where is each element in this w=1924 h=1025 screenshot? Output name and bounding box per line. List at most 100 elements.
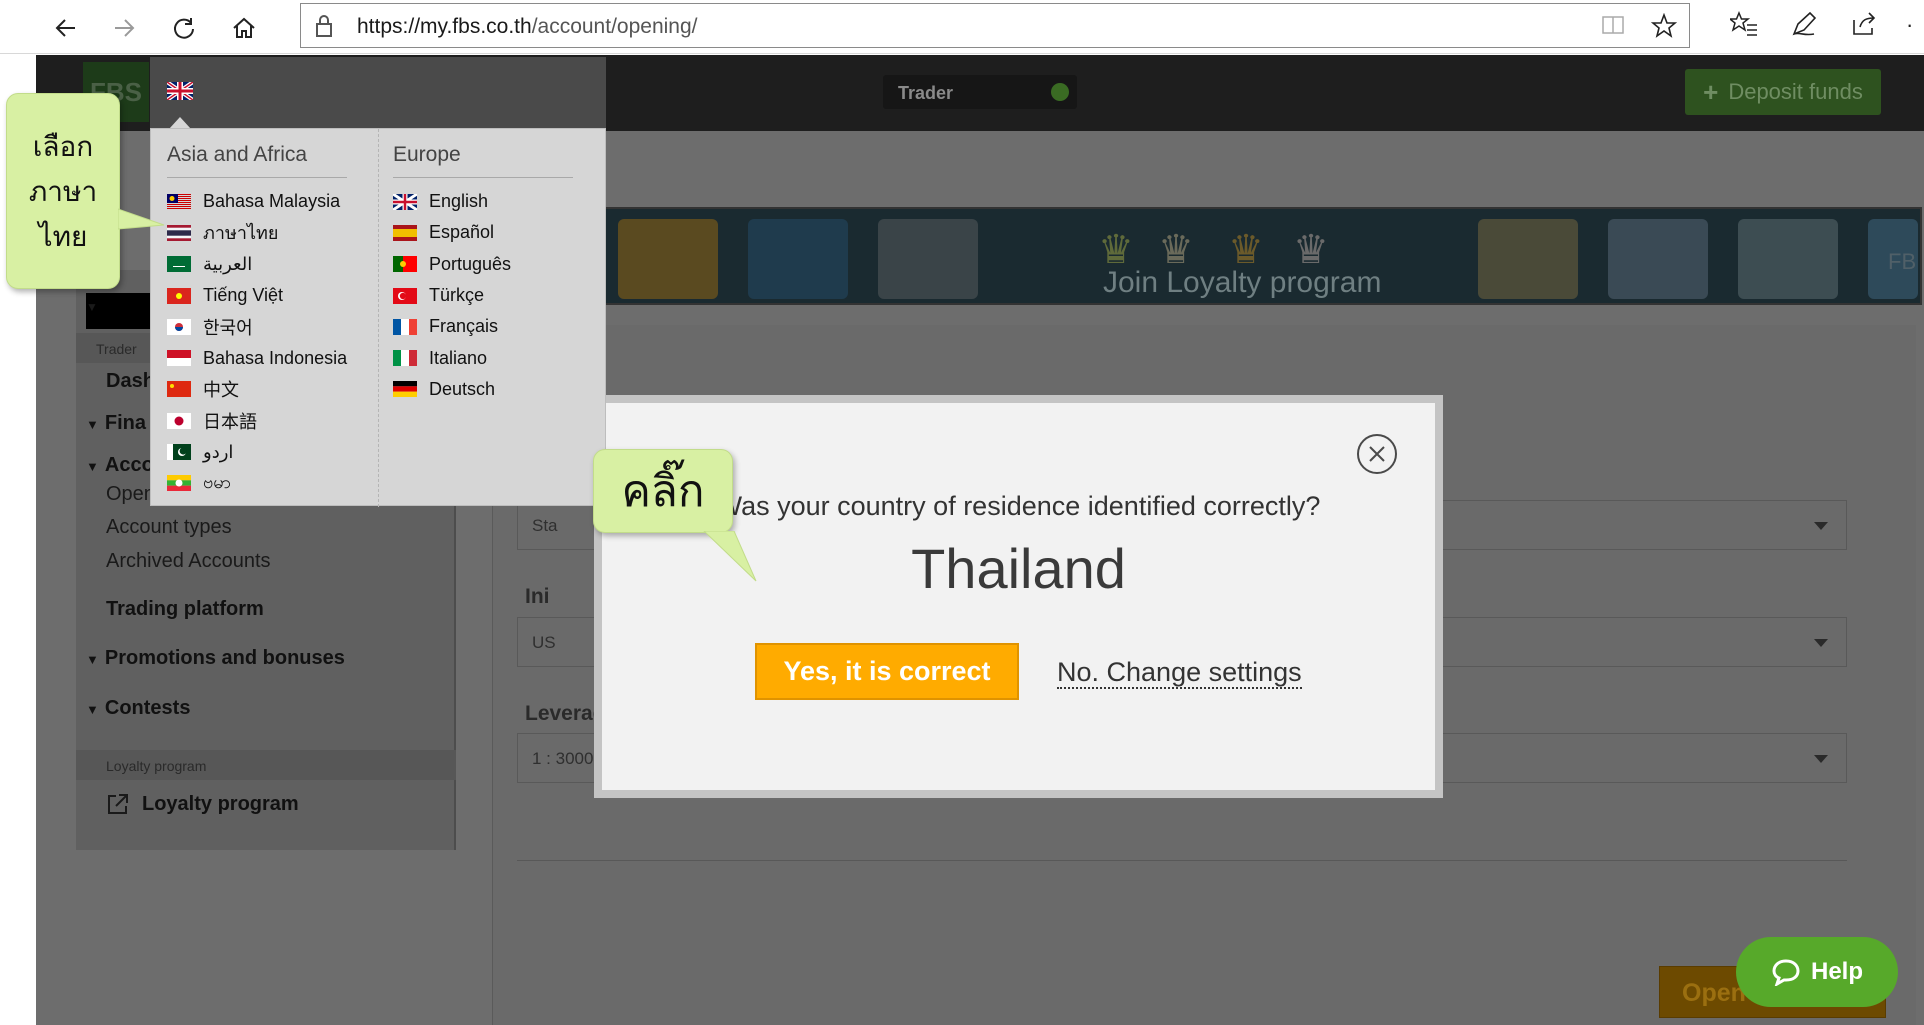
banner-text: Join Loyalty program: [1103, 266, 1382, 299]
language-option-label: English: [429, 191, 489, 212]
more-menu-icon[interactable]: ·: [1906, 12, 1913, 38]
language-option-label: Português: [429, 253, 512, 274]
language-option-it[interactable]: Italiano: [393, 342, 573, 373]
flag-vn-icon: [167, 287, 191, 304]
reading-view-icon[interactable]: [1601, 13, 1625, 44]
banner-edge-image: FB: [1868, 219, 1918, 299]
callout-line: ภาษา: [28, 176, 98, 207]
callout-tail: [118, 208, 165, 230]
url-text[interactable]: https://my.fbs.co.th/account/opening/: [357, 15, 697, 39]
flag-kr-icon: [167, 318, 191, 335]
refresh-icon: [174, 18, 194, 39]
callout-tail: [703, 531, 757, 582]
language-option-pk[interactable]: اردو: [167, 436, 347, 467]
language-option-label: ဗမာ: [203, 471, 231, 492]
sidebar-item-account-types[interactable]: Account types: [106, 516, 232, 539]
computer-image: [748, 219, 848, 299]
help-button[interactable]: Help: [1736, 937, 1898, 1007]
language-switcher-bar: [150, 57, 606, 129]
language-option-vn[interactable]: Tiếng Việt: [167, 280, 347, 311]
back-button[interactable]: [48, 10, 84, 46]
sidebar-item-archived-accounts[interactable]: Archived Accounts: [106, 550, 271, 573]
uk-flag-icon: [165, 80, 195, 102]
role-select-value: Trader: [898, 83, 954, 103]
sidebar-item-promotions-label: Promotions and bonuses: [104, 647, 345, 669]
favorites-list-button[interactable]: [1730, 10, 1758, 38]
favorite-star-icon[interactable]: [1650, 12, 1678, 44]
flag-pt-icon: [393, 256, 417, 273]
external-link-icon: [108, 794, 128, 814]
flag-tr-icon: [393, 287, 417, 304]
language-option-tr[interactable]: Türkçe: [393, 280, 573, 311]
role-select[interactable]: Trader: [883, 75, 1077, 109]
banner-right-text: FB: [1888, 249, 1917, 274]
deposit-funds-button[interactable]: + Deposit funds: [1685, 69, 1881, 115]
home-icon: [233, 17, 255, 38]
language-option-id[interactable]: Bahasa Indonesia: [167, 342, 347, 373]
sidebar-item-finance[interactable]: ▼ Fina: [86, 412, 146, 435]
language-option-de[interactable]: Deutsch: [393, 374, 573, 405]
refresh-button[interactable]: [166, 10, 202, 46]
share-button[interactable]: [1850, 10, 1878, 38]
flag-mm-icon: [167, 475, 191, 492]
loyalty-banner[interactable]: ♛ ♛ ♛ ♛ Join Loyalty program FB: [596, 207, 1922, 305]
sidebar-item-dashboard[interactable]: Dash: [106, 370, 155, 393]
language-option-my[interactable]: Bahasa Malaysia: [167, 186, 347, 217]
language-option-label: Bahasa Indonesia: [203, 347, 348, 368]
sidebar-item-trading-platform[interactable]: Trading platform: [106, 598, 264, 621]
triangle-down-icon[interactable]: ▼: [86, 300, 98, 314]
language-column-heading: Europe: [393, 129, 573, 178]
confirm-country-button[interactable]: Yes, it is correct: [755, 643, 1019, 700]
language-option-mm[interactable]: ဗမာ: [167, 468, 347, 499]
divider: [517, 860, 1847, 861]
flag-th-icon: [167, 224, 191, 241]
language-option-sa[interactable]: العربية: [167, 249, 347, 280]
close-button[interactable]: [1357, 434, 1397, 474]
pen-button[interactable]: [1790, 10, 1818, 38]
language-option-cn[interactable]: 中文: [167, 374, 347, 405]
change-settings-link[interactable]: No. Change settings: [1057, 657, 1302, 689]
forward-arrow-icon: [115, 19, 135, 37]
forward-button[interactable]: [106, 10, 142, 46]
language-column-heading: Asia and Africa: [167, 129, 347, 178]
language-column-asia: Asia and Africa Bahasa Malaysia ภาษาไทย ال…: [167, 129, 347, 499]
sidebar-item-finance-label: Fina: [104, 412, 146, 434]
dropdown-arrow-icon: [1814, 522, 1828, 530]
triangle-down-icon: ▼: [86, 459, 99, 474]
language-option-label: 日本語: [203, 411, 257, 432]
flag-it-icon: [393, 350, 417, 367]
language-menu: Asia and Africa Bahasa Malaysia ภาษาไทย ال…: [150, 128, 606, 507]
sidebar-item-promotions[interactable]: ▼ Promotions and bonuses: [86, 647, 345, 670]
back-arrow-icon: [55, 19, 75, 37]
language-option-label: اردو: [203, 441, 234, 462]
sidebar-section-loyalty: Loyalty program: [76, 750, 456, 780]
tablet-image: [1738, 219, 1838, 299]
close-icon: [1369, 446, 1385, 462]
sidebar-item-loyalty[interactable]: Loyalty program: [106, 792, 299, 816]
address-bar[interactable]: https://my.fbs.co.th/account/opening/: [300, 3, 1690, 48]
language-option-kr[interactable]: 한국어: [167, 311, 347, 342]
sidebar-item-contests[interactable]: ▼ Contests: [86, 697, 190, 720]
lock-icon: [315, 14, 333, 43]
language-option-label: Türkçe: [429, 285, 485, 306]
language-option-jp[interactable]: 日本語: [167, 405, 347, 436]
language-option-gb[interactable]: English: [393, 186, 573, 217]
home-button[interactable]: [226, 10, 262, 46]
flag-es-icon: [393, 224, 417, 241]
language-option-th[interactable]: ภาษาไทย: [167, 217, 347, 248]
flag-gb-icon: [393, 193, 417, 210]
language-switcher-button[interactable]: [165, 80, 195, 105]
language-option-es[interactable]: Español: [393, 217, 573, 248]
language-option-label: Deutsch: [429, 378, 496, 399]
sidebar-item-accounts[interactable]: ▼ Acco: [86, 454, 154, 477]
callout-choose-language: เลือก ภาษา ไทย: [6, 93, 120, 289]
pen-icon: [1792, 11, 1817, 36]
help-label: Help: [1810, 958, 1863, 985]
dropdown-arrow-icon: [1814, 639, 1828, 647]
url-host: https://my.fbs.co.th: [357, 15, 532, 38]
language-option-pt[interactable]: Português: [393, 249, 573, 280]
language-option-fr[interactable]: Français: [393, 311, 573, 342]
sidebar-item-accounts-label: Acco: [104, 454, 154, 476]
callout-line: ไทย: [38, 221, 88, 252]
triangle-down-icon: ▼: [86, 702, 99, 717]
